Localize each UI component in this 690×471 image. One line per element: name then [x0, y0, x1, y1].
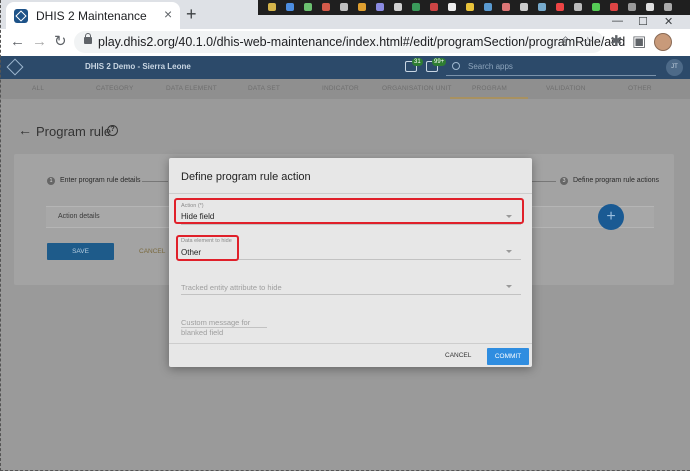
- tray-app-icon[interactable]: [358, 3, 366, 11]
- step-connector: [142, 181, 168, 182]
- browser-tab-strip: DHIS 2 Maintenance × + — ☐ ✕: [0, 0, 690, 29]
- search-placeholder: Search apps: [468, 62, 513, 71]
- tray-app-icon[interactable]: [412, 3, 420, 11]
- page-title: Program rule: [36, 124, 112, 139]
- minimize-icon[interactable]: —: [612, 15, 623, 27]
- user-profile-badge[interactable]: JT: [666, 59, 683, 76]
- interpretations-badge: 99+: [432, 58, 447, 66]
- tray-app-icon[interactable]: [556, 3, 564, 11]
- action-details-label: Action details: [58, 213, 100, 220]
- cancel-button[interactable]: CANCEL: [139, 248, 165, 255]
- browser-toolbar: ← → ↻ play.dhis2.org/40.1.0/dhis-web-mai…: [0, 29, 690, 56]
- tray-app-icon[interactable]: [340, 3, 348, 11]
- define-action-dialog: Define program rule action Action (*) Hi…: [169, 158, 532, 367]
- highlight-box-data-element: [176, 235, 239, 261]
- commit-button[interactable]: COMMIT: [487, 348, 529, 365]
- tracked-entity-attribute-select[interactable]: Tracked entity attribute to hide: [181, 283, 282, 292]
- dhis2-logo-icon[interactable]: [6, 58, 24, 76]
- tab-title: DHIS 2 Maintenance: [36, 9, 147, 23]
- dialog-title: Define program rule action: [181, 171, 311, 183]
- tray-app-icon[interactable]: [448, 3, 456, 11]
- custom-message-underline: [181, 327, 267, 328]
- dialog-cancel-button[interactable]: CANCEL: [445, 352, 471, 359]
- custom-message-placeholder-line2[interactable]: blanked field: [181, 328, 223, 337]
- address-bar[interactable]: play.dhis2.org/40.1.0/dhis-web-maintenan…: [74, 31, 625, 53]
- tab-other[interactable]: OTHER: [628, 85, 652, 92]
- messages-badge: 31: [412, 58, 423, 66]
- help-icon[interactable]: ?: [107, 125, 118, 136]
- close-window-icon[interactable]: ✕: [664, 15, 673, 28]
- new-tab-button[interactable]: +: [186, 5, 197, 23]
- back-arrow-icon[interactable]: ←: [18, 122, 32, 138]
- tray-app-icon[interactable]: [538, 3, 546, 11]
- add-action-button[interactable]: +: [598, 204, 624, 230]
- active-tab-indicator: [450, 97, 528, 99]
- step-label[interactable]: Define program rule actions: [573, 177, 659, 184]
- save-button[interactable]: SAVE: [47, 243, 114, 260]
- tab-close-icon[interactable]: ×: [164, 7, 172, 21]
- step-label[interactable]: Enter program rule details: [60, 177, 141, 184]
- tray-app-icon[interactable]: [610, 3, 618, 11]
- reload-icon[interactable]: ↻: [54, 33, 67, 51]
- tray-app-icon[interactable]: [484, 3, 492, 11]
- dhis2-header-bar: DHIS 2 Demo - Sierra Leone 31 99+ Search…: [0, 56, 690, 79]
- share-icon[interactable]: ⇪: [560, 34, 571, 50]
- extensions-icon[interactable]: ✱: [610, 33, 623, 51]
- step-number: 3: [560, 177, 568, 185]
- url-text[interactable]: play.dhis2.org/40.1.0/dhis-web-maintenan…: [98, 35, 625, 49]
- tray-app-icon[interactable]: [592, 3, 600, 11]
- search-icon: [452, 62, 460, 70]
- highlight-box-action: [174, 198, 524, 224]
- tray-app-icon[interactable]: [628, 3, 636, 11]
- step-number: 1: [47, 177, 55, 185]
- browser-tab[interactable]: DHIS 2 Maintenance ×: [6, 2, 180, 29]
- side-panel-icon[interactable]: ▣: [632, 33, 646, 51]
- lock-icon[interactable]: [84, 33, 92, 44]
- forward-icon[interactable]: →: [32, 33, 47, 51]
- system-tray: [258, 0, 690, 15]
- tray-app-icon[interactable]: [304, 3, 312, 11]
- tab-program[interactable]: PROGRAM: [472, 85, 507, 92]
- tray-app-icon[interactable]: [466, 3, 474, 11]
- profile-avatar[interactable]: [654, 33, 672, 51]
- dhis2-favicon-icon: [14, 9, 28, 23]
- tray-app-icon[interactable]: [430, 3, 438, 11]
- tab-data-element[interactable]: DATA ELEMENT: [166, 85, 217, 92]
- tray-app-icon[interactable]: [394, 3, 402, 11]
- tray-app-icon[interactable]: [322, 3, 330, 11]
- tray-app-icon[interactable]: [376, 3, 384, 11]
- tray-app-icon[interactable]: [574, 3, 582, 11]
- tab-validation[interactable]: VALIDATION: [546, 85, 586, 92]
- step-connector: [532, 181, 556, 182]
- tab-organisation-unit[interactable]: ORGANISATION UNIT: [382, 85, 452, 92]
- tab-category[interactable]: CATEGORY: [96, 85, 133, 92]
- section-tab-bar: ALL CATEGORY DATA ELEMENT DATA SET INDIC…: [0, 79, 690, 99]
- bookmark-star-icon[interactable]: ☆: [582, 34, 594, 50]
- app-title: DHIS 2 Demo - Sierra Leone: [85, 62, 191, 71]
- tab-all[interactable]: ALL: [32, 85, 44, 92]
- apps-search-input[interactable]: Search apps: [446, 59, 656, 76]
- tray-app-icon[interactable]: [664, 3, 672, 11]
- tab-data-set[interactable]: DATA SET: [248, 85, 280, 92]
- chevron-down-icon[interactable]: [506, 250, 512, 253]
- tray-app-icon[interactable]: [520, 3, 528, 11]
- tab-indicator[interactable]: INDICATOR: [322, 85, 359, 92]
- dialog-divider: [169, 343, 532, 344]
- custom-message-placeholder-line1[interactable]: Custom message for: [181, 318, 250, 327]
- tray-app-icon[interactable]: [268, 3, 276, 11]
- tracked-entity-underline: [181, 294, 521, 295]
- tray-app-icon[interactable]: [646, 3, 654, 11]
- tray-app-icon[interactable]: [286, 3, 294, 11]
- tray-app-icon[interactable]: [502, 3, 510, 11]
- chevron-down-icon[interactable]: [506, 285, 512, 288]
- action-underline: [181, 224, 521, 225]
- dialog-divider: [169, 193, 532, 194]
- back-icon[interactable]: ←: [10, 33, 25, 51]
- maximize-icon[interactable]: ☐: [638, 15, 648, 28]
